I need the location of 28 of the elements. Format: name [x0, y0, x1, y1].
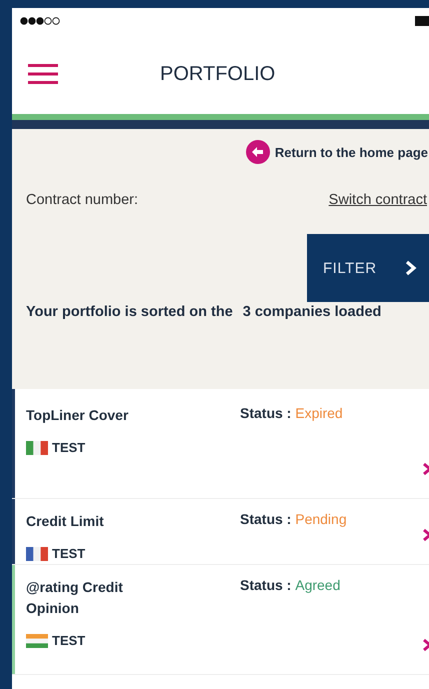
menu-icon[interactable] [28, 63, 58, 85]
return-link[interactable]: Return to the home page [246, 140, 428, 164]
company-name: TEST [52, 633, 86, 648]
companies-count: 3 companies loaded [242, 304, 382, 320]
policy-card[interactable]: @rating Credit Opinion TEST Status : Agreed [12, 565, 429, 675]
filter-button[interactable]: FILTER [307, 234, 429, 302]
chevron-icon[interactable] [422, 638, 429, 652]
switch-contract-link[interactable]: Switch contract [328, 192, 427, 208]
company-name: TEST [52, 440, 86, 455]
signal-icon [20, 17, 60, 25]
sort-text: Your portfolio is sorted on the [26, 304, 233, 320]
flag-icon [26, 546, 48, 560]
status-text: Status : Expired [240, 405, 343, 421]
policy-name: TopLiner Cover [26, 406, 130, 425]
chevron-icon [404, 260, 417, 276]
status-text: Status : Pending [240, 511, 347, 527]
company-name: TEST [52, 546, 86, 561]
policy-name: Credit Limit [26, 512, 105, 531]
policy-name: @rating Credit Opinion [26, 578, 124, 618]
flag-icon [26, 440, 48, 454]
chevron-icon[interactable] [422, 528, 429, 542]
page-title: PORTFOLIO [160, 62, 276, 86]
chevron-icon[interactable] [422, 462, 429, 476]
policy-card[interactable]: TopLiner Cover TEST Status : Expired [12, 389, 429, 499]
policy-card[interactable]: Credit Limit TEST Status : Pending [12, 499, 429, 565]
flag-icon [26, 634, 48, 648]
status-text: Status : Agreed [240, 577, 340, 593]
contract-number-label: Contract number: [26, 192, 138, 208]
